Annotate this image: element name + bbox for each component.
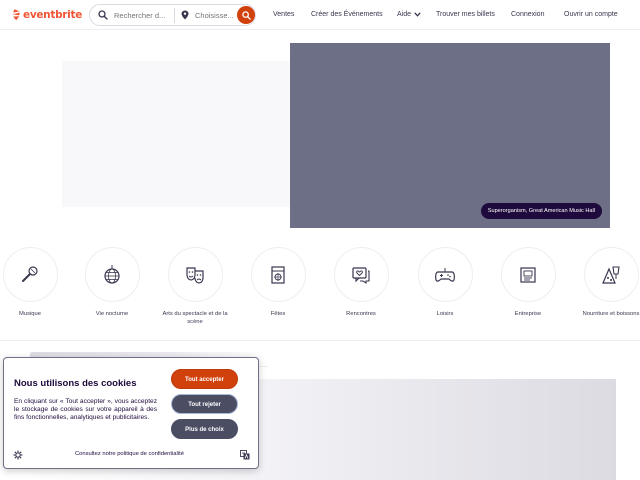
- gamepad-icon: [435, 267, 455, 282]
- category-circle: [583, 247, 639, 302]
- cookie-consent-dialog: Nous utilisons des cookies En cliquant s…: [3, 357, 259, 469]
- search-button[interactable]: [237, 6, 255, 24]
- nav-sell[interactable]: Ventes: [273, 11, 294, 18]
- theater-masks-icon: [186, 266, 204, 284]
- nav-help[interactable]: Aide: [397, 11, 421, 18]
- more-choices-button[interactable]: Plus de choix: [171, 419, 238, 439]
- microphone-icon: [22, 265, 38, 282]
- logo-text: eventbrite: [23, 8, 83, 21]
- nav-signup[interactable]: Ouvrir un compte: [564, 11, 618, 18]
- search-icon: [98, 10, 108, 20]
- category-holidays[interactable]: Fêtes: [238, 247, 318, 318]
- location-input[interactable]: [195, 9, 235, 22]
- category-music[interactable]: Musique: [0, 247, 70, 318]
- hero-image[interactable]: Superorganism, Great American Music Hall: [290, 43, 610, 228]
- chevron-down-icon: [414, 12, 421, 17]
- category-label: Vie nocturne: [95, 311, 129, 317]
- search-input[interactable]: [114, 9, 176, 22]
- nav-create-events[interactable]: Créer des Événements: [311, 11, 383, 18]
- category-circle: [333, 247, 389, 302]
- nav-find-tickets[interactable]: Trouver mes billets: [436, 11, 495, 18]
- search-bar: [89, 4, 256, 26]
- category-food-drink[interactable]: Nourriture et boissons: [571, 247, 640, 318]
- category-performing-arts[interactable]: Arts du spectacle et de la scène: [155, 247, 235, 326]
- category-business[interactable]: Entreprise: [488, 247, 568, 318]
- eventbrite-logo-icon: [12, 9, 20, 21]
- category-circle: [417, 247, 473, 302]
- category-circle: [167, 247, 223, 302]
- category-dating[interactable]: Rencontres: [321, 247, 401, 318]
- category-circle: [84, 247, 140, 302]
- hero-caption[interactable]: Superorganism, Great American Music Hall: [480, 203, 602, 219]
- cookie-body: En cliquant sur « Tout accepter », vous …: [14, 398, 157, 421]
- section-divider: [0, 340, 640, 341]
- category-hobbies[interactable]: Loisirs: [405, 247, 485, 318]
- disco-ball-icon: [104, 264, 120, 284]
- search-icon: [241, 10, 251, 20]
- search-divider: [174, 8, 175, 23]
- hero-placeholder: [62, 61, 290, 207]
- top-navbar: eventbrite Ventes Créer des Événements A…: [0, 0, 640, 30]
- category-label: Rencontres: [346, 311, 376, 317]
- food-drink-icon: [602, 265, 620, 284]
- location-pin-icon: [181, 10, 189, 20]
- category-circle: [500, 247, 556, 302]
- calendar-icon: [271, 265, 285, 284]
- category-label: Arts du spectacle et de la scène: [162, 311, 228, 325]
- gear-icon[interactable]: [13, 450, 23, 460]
- accept-all-button[interactable]: Tout accepter: [171, 369, 238, 389]
- reject-all-button[interactable]: Tout rejeter: [171, 394, 238, 414]
- category-circle: [2, 247, 58, 302]
- category-label: Fêtes: [270, 311, 286, 317]
- category-label: Entreprise: [514, 311, 542, 317]
- chat-heart-icon: [352, 266, 370, 284]
- translate-icon[interactable]: [240, 450, 250, 460]
- category-circle: [250, 247, 306, 302]
- nav-help-label: Aide: [397, 11, 412, 18]
- cookie-title: Nous utilisons des cookies: [14, 378, 137, 389]
- briefcase-icon: [520, 266, 536, 283]
- category-label: Musique: [19, 311, 41, 317]
- nav-login[interactable]: Connexion: [511, 11, 544, 18]
- eventbrite-logo[interactable]: eventbrite: [11, 8, 82, 21]
- category-label: Nourriture et boissons: [582, 311, 640, 317]
- category-nightlife[interactable]: Vie nocturne: [72, 247, 152, 318]
- privacy-policy-link[interactable]: Consultez notre politique de confidentia…: [75, 451, 184, 457]
- category-label: Loisirs: [436, 311, 454, 317]
